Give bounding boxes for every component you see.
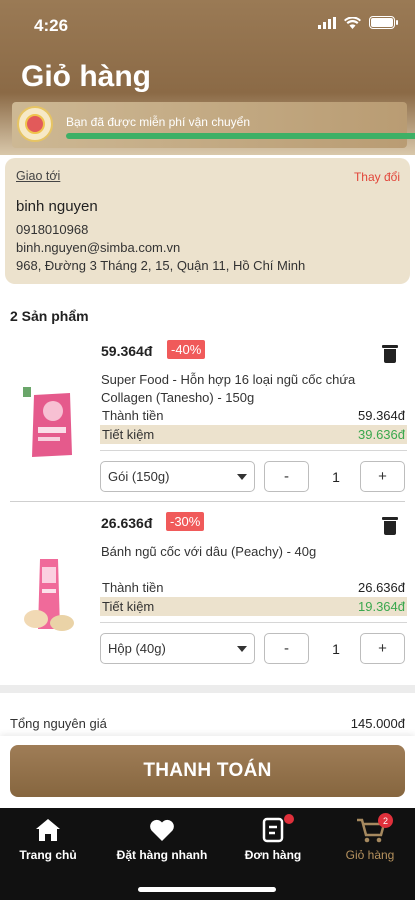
item-name[interactable]: Bánh ngũ cốc với dâu (Peachy) - 40g [101,543,391,561]
variant-select[interactable]: Gói (150g) [100,461,255,492]
deliver-to-label: Giao tới [16,169,61,183]
item-name[interactable]: Super Food - Hỗn hợp 16 loại ngũ cốc chứ… [101,371,391,407]
tab-orders[interactable]: Đơn hàng [240,808,306,868]
tab-quick-order[interactable]: Đặt hàng nhanh [110,808,214,868]
signal-icon [318,16,336,29]
free-shipping-text: Bạn đã được miễn phí vận chuyển [66,115,251,129]
tab-label: Đơn hàng [244,848,302,862]
trash-icon[interactable] [382,517,398,535]
change-address-link[interactable]: Thay đổi [354,170,400,184]
tab-cart[interactable]: 2 Giỏ hàng [336,808,404,868]
chevron-down-icon [237,645,247,652]
tab-label: Đặt hàng nhanh [116,848,208,862]
status-time: 4:26 [34,16,69,35]
status-icons [318,16,398,29]
notification-dot [284,814,294,824]
variant-value: Hộp (40g) [108,641,166,656]
item-savings-label: Tiết kiệm [102,427,155,442]
item-separator [10,501,405,502]
item-savings-row: Tiết kiệm 39.636đ [100,425,407,444]
recipient-street: 968, Đường 3 Tháng 2, 15, Quận 11, Hồ Ch… [16,258,306,273]
delivery-address-card: Giao tới Thay đổi binh nguyen 0918010968… [5,158,410,284]
item-total-value: 59.364đ [358,408,405,423]
heart-icon [150,819,174,841]
recipient-email: binh.nguyen@simba.com.vn [16,240,181,255]
quantity-value: 1 [332,641,340,657]
quantity-value: 1 [332,469,340,485]
tab-label: Giỏ hàng [345,848,395,862]
header: 4:26 Giỏ hàng Bạn đã được miễn phí vận c… [0,0,415,155]
wifi-icon [344,16,361,29]
product-image[interactable] [20,557,80,637]
item-total-value: 26.636đ [358,580,405,595]
checkout-button[interactable]: THANH TOÁN [10,745,405,797]
free-shipping-progress [66,133,415,139]
variant-value: Gói (150g) [108,469,170,484]
recipient-phone: 0918010968 [16,222,89,237]
home-icon [36,819,60,841]
status-bar: 4:26 [0,0,415,50]
item-total-row: Thành tiền 59.364đ [100,406,407,425]
item-savings-label: Tiết kiệm [102,599,155,614]
battery-icon [369,16,398,29]
tab-label: Trang chủ [19,848,77,862]
cart-count: 2 Sản phẩm [10,308,89,324]
cart-badge: 2 [378,813,393,828]
home-indicator[interactable] [138,887,276,892]
decrease-qty-button[interactable]: - [264,461,309,492]
recipient-name: binh nguyen [16,198,98,215]
original-price-value: 145.000đ [350,716,405,731]
order-icon [259,814,294,844]
item-savings-value: 39.636đ [358,427,405,442]
variant-select[interactable]: Hộp (40g) [100,633,255,664]
original-price-row: Tổng nguyên giá 145.000đ [10,716,405,731]
decrease-qty-button[interactable]: - [264,633,309,664]
section-divider [0,685,415,693]
chevron-down-icon [237,473,247,480]
increase-qty-button[interactable]: + [360,633,405,664]
item-price: 26.636đ [101,515,153,531]
original-price-label: Tổng nguyên giá [10,716,107,731]
discount-badge: -40% [167,340,206,359]
medal-icon [17,106,53,142]
item-total-label: Thành tiền [102,580,164,595]
home-indicator-area [0,868,415,900]
checkout-bar: THANH TOÁN [0,736,415,808]
product-image[interactable] [20,383,80,463]
item-total-row: Thành tiền 26.636đ [100,578,407,597]
item-savings-value: 19.364đ [358,599,405,614]
cart-icon: 2 [356,813,393,844]
trash-icon[interactable] [382,345,398,363]
increase-qty-button[interactable]: + [360,461,405,492]
tab-bar: Trang chủ Đặt hàng nhanh Đơn hàng 2 Giỏ … [0,808,415,868]
discount-badge: -30% [166,512,205,531]
tab-home[interactable]: Trang chủ [10,808,86,868]
free-shipping-banner: Bạn đã được miễn phí vận chuyển [12,102,415,148]
item-price: 59.364đ [101,343,153,359]
item-savings-row: Tiết kiệm 19.364đ [100,597,407,616]
item-total-label: Thành tiền [102,408,164,423]
item-divider [100,622,407,623]
item-divider [100,450,407,451]
page-title: Giỏ hàng [21,60,151,93]
